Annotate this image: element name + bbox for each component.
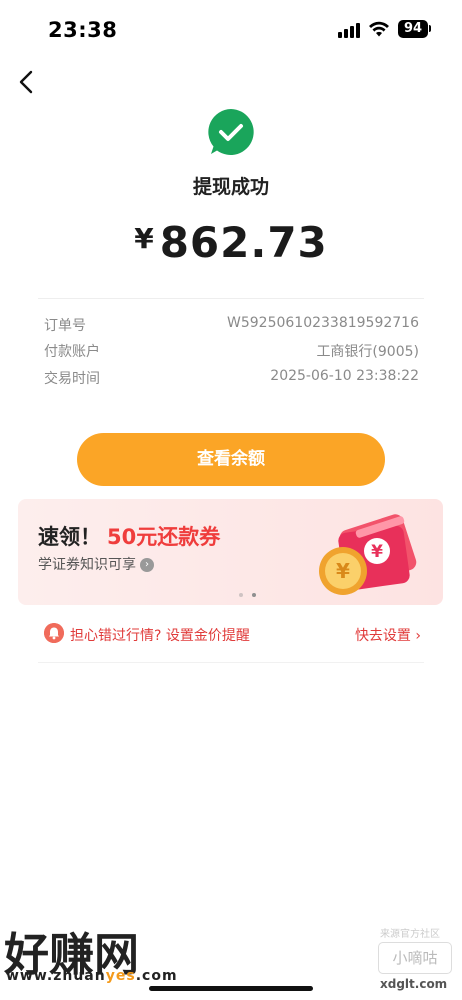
go-setup-link[interactable]: 快去设置 › bbox=[355, 625, 421, 645]
watermark-badge-caption: 来源官方社区 bbox=[380, 929, 440, 940]
detail-label: 交易时间 bbox=[44, 371, 100, 387]
divider bbox=[38, 298, 424, 299]
detail-row-order-number: 订单号 W5925061023381959271​6 bbox=[44, 315, 419, 335]
status-time: 23:38 bbox=[48, 18, 118, 42]
promo-subtitle-text: 学证券知识可享 bbox=[38, 557, 136, 573]
watermark-url-prefix: www.zhuan bbox=[6, 968, 106, 984]
price-alert-row[interactable]: 担心错过行情? 设置金价提醒 快去设置 › bbox=[44, 622, 421, 646]
cellular-signal-icon bbox=[338, 23, 362, 38]
detail-value: 2025-06-10 23:38:22 bbox=[270, 368, 419, 384]
amount-value: 862.73 bbox=[159, 218, 328, 267]
result-title: 提现成功 bbox=[192, 176, 269, 198]
watermark-badge-url: xdglt.com bbox=[380, 977, 448, 991]
view-balance-button[interactable]: 查看余额 bbox=[77, 433, 385, 486]
price-alert-text: 担心错过行情? 设置金价提醒 bbox=[70, 628, 250, 644]
promo-headline: 速领！ 50元还款券 bbox=[38, 521, 220, 551]
success-check-icon bbox=[208, 109, 254, 155]
coin-yuan-glyph: ¥ bbox=[336, 559, 350, 583]
back-arrow-icon[interactable] bbox=[14, 66, 42, 98]
detail-value: 工商银行(9005) bbox=[316, 344, 419, 360]
chevron-right-icon: › bbox=[140, 558, 154, 572]
detail-row-transaction-time: 交易时间 2025-06-10 23:38:22 bbox=[44, 368, 419, 388]
promo-banner[interactable]: 速领！ 50元还款券 学证券知识可享 › ¥ ¥ bbox=[18, 499, 443, 605]
battery-icon: 94 bbox=[398, 20, 428, 38]
watermark-url-highlight: yes bbox=[105, 968, 136, 984]
wifi-icon bbox=[369, 21, 389, 37]
watermark-url: www.zhuanyes.com bbox=[6, 968, 178, 984]
detail-value: W5925061023381959271​6 bbox=[227, 315, 419, 331]
coupon-yuan-glyph: ¥ bbox=[371, 542, 383, 562]
coupon-coin-illustration-icon: ¥ ¥ bbox=[319, 514, 417, 595]
withdraw-amount: ¥862.73 bbox=[0, 218, 462, 267]
detail-label: 付款账户 bbox=[44, 344, 100, 360]
detail-row-payment-account: 付款账户 工商银行(9005) bbox=[44, 341, 419, 361]
promo-subtitle: 学证券知识可享 › bbox=[38, 554, 154, 574]
promo-headline-offer: 50元还款券 bbox=[107, 525, 221, 549]
home-indicator[interactable] bbox=[149, 986, 313, 991]
battery-tip bbox=[429, 25, 431, 32]
promo-headline-prefix: 速领！ bbox=[38, 525, 101, 549]
detail-label: 订单号 bbox=[44, 318, 86, 334]
watermark-url-suffix: .com bbox=[135, 968, 178, 984]
currency-symbol: ¥ bbox=[134, 222, 154, 255]
bell-icon bbox=[44, 623, 64, 643]
divider bbox=[38, 662, 424, 663]
status-bar: 23:38 94 bbox=[0, 0, 462, 60]
watermark-badge: 小嘀咕 bbox=[378, 942, 452, 974]
